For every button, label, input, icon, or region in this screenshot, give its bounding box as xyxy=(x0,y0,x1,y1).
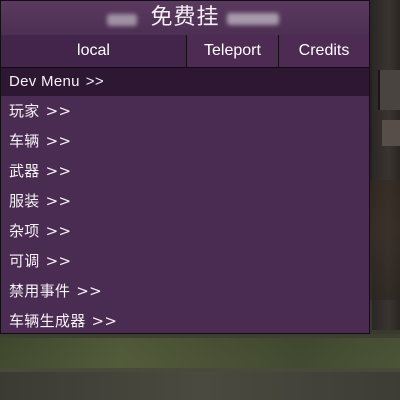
menu-item-player[interactable]: 玩家 >> xyxy=(1,96,369,126)
menu-header: 免费挂 xyxy=(1,1,369,36)
submenu-arrow: >> xyxy=(45,102,72,120)
menu-item-label: Dev Menu xyxy=(9,73,80,90)
menu-item-vehicle-spawner[interactable]: 车辆生成器 >> xyxy=(1,306,369,336)
menu-item-dev-menu[interactable]: Dev Menu >> xyxy=(1,68,369,96)
tab-local[interactable]: local xyxy=(1,35,187,67)
building-window xyxy=(378,70,400,110)
tab-credits[interactable]: Credits xyxy=(279,35,369,67)
submenu-arrow: >> xyxy=(76,282,102,300)
menu-item-label: 服装 xyxy=(9,192,40,210)
menu-item-tunables[interactable]: 可调 >> xyxy=(1,246,369,276)
building-window xyxy=(382,120,400,146)
menu-item-vehicle[interactable]: 车辆 >> xyxy=(1,126,369,156)
menu-item-misc[interactable]: 杂项 >> xyxy=(1,216,369,246)
menu-item-weapons[interactable]: 武器 >> xyxy=(1,156,369,186)
submenu-arrow: >> xyxy=(45,222,72,240)
menu-tabs: local Teleport Credits xyxy=(1,35,369,68)
grass-patch xyxy=(0,338,400,368)
menu-item-label: 可调 xyxy=(9,252,40,270)
menu-item-block-events[interactable]: 禁用事件 >> xyxy=(1,276,369,306)
menu-item-label: 车辆 xyxy=(9,132,40,150)
tab-teleport[interactable]: Teleport xyxy=(187,35,279,67)
road xyxy=(0,372,400,400)
menu-item-list: Dev Menu >> 玩家 >> 车辆 >> 武器 >> 服装 >> 杂项 >> 可调 >>… xyxy=(1,68,369,336)
menu-item-label: 车辆生成器 xyxy=(9,312,86,330)
mod-menu-panel: 免费挂 local Teleport Credits Dev Menu >> 玩家… xyxy=(0,0,370,334)
submenu-arrow: >> xyxy=(45,162,72,180)
submenu-arrow: >> xyxy=(45,192,72,210)
menu-title: 免费挂 xyxy=(150,5,220,30)
menu-item-outfits[interactable]: 服装 >> xyxy=(1,186,369,216)
submenu-arrow: >> xyxy=(85,73,104,90)
menu-item-label: 杂项 xyxy=(9,222,40,240)
menu-item-label: 武器 xyxy=(9,162,40,180)
submenu-arrow: >> xyxy=(45,252,72,270)
menu-item-label: 禁用事件 xyxy=(9,282,71,300)
submenu-arrow: >> xyxy=(45,132,72,150)
background-figure xyxy=(370,180,400,300)
submenu-arrow: >> xyxy=(91,312,118,330)
menu-item-label: 玩家 xyxy=(9,102,40,120)
